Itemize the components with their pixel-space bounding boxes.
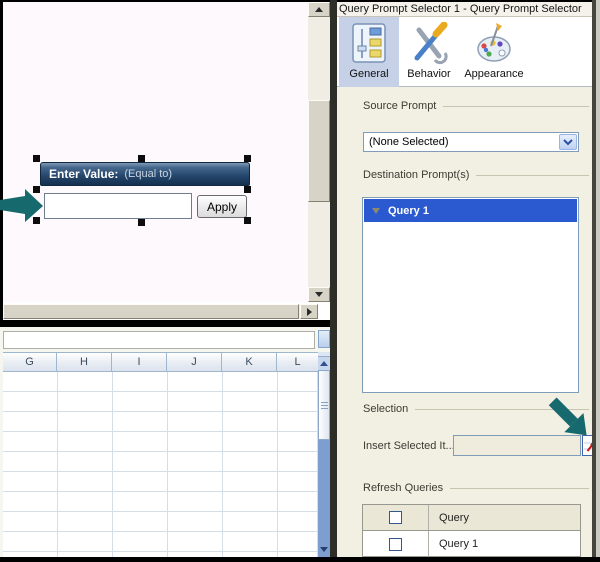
tab-general-label: General — [349, 68, 389, 80]
refresh-queries-table: Query Query 1 — [362, 504, 581, 557]
selection-label: Selection — [363, 403, 409, 415]
scroll-right-button[interactable] — [300, 304, 318, 319]
sheet-vscroll-thumb[interactable] — [318, 370, 330, 440]
scroll-down-icon — [320, 547, 328, 552]
annotation-arrow — [0, 189, 43, 222]
sheet-scroll-down-button[interactable] — [318, 542, 330, 557]
destination-prompt-item[interactable]: Query 1 — [364, 199, 577, 222]
design-canvas[interactable] — [3, 2, 308, 302]
source-prompt-label: Source Prompt — [363, 100, 437, 112]
source-prompt-section: Source Prompt — [363, 100, 589, 112]
destination-prompts-section: Destination Prompt(s) — [363, 169, 589, 181]
sheet-vscroll-track[interactable] — [318, 440, 330, 557]
selection-handle[interactable] — [138, 155, 145, 162]
scroll-up-button[interactable] — [308, 2, 330, 17]
destination-prompt-item-label: Query 1 — [388, 204, 429, 217]
canvas-sheet-divider — [0, 320, 333, 327]
right-edge — [596, 0, 600, 562]
canvas-hscroll-thumb[interactable] — [3, 304, 299, 319]
bottom-border — [0, 557, 600, 562]
tab-general[interactable]: General — [339, 17, 399, 87]
scroll-up-icon — [320, 361, 328, 366]
column-header-g[interactable]: G — [3, 352, 57, 372]
query-column-header: Query — [439, 511, 469, 524]
scroll-split-box[interactable] — [318, 330, 330, 348]
prompt-component-operator: (Equal to) — [124, 168, 173, 180]
selection-handle[interactable] — [33, 155, 40, 162]
scroll-down-button[interactable] — [308, 287, 330, 302]
section-rule — [450, 488, 589, 489]
column-header-l[interactable]: L — [277, 352, 318, 372]
chevron-down-icon — [563, 139, 573, 146]
column-header-i[interactable]: I — [112, 352, 167, 372]
column-header-h[interactable]: H — [57, 352, 112, 372]
scroll-up-icon — [315, 7, 323, 12]
prompt-component-title: Enter Value: — [49, 167, 119, 181]
insert-selected-label: Insert Selected It... — [363, 440, 455, 452]
column-header-k[interactable]: K — [222, 352, 277, 372]
panel-divider — [330, 0, 337, 562]
refresh-queries-label: Refresh Queries — [363, 482, 444, 494]
collapse-triangle-icon[interactable] — [372, 207, 380, 214]
properties-panel-title: Query Prompt Selector 1 - Query Prompt S… — [337, 2, 592, 17]
canvas-vscroll-thumb[interactable] — [308, 100, 330, 202]
sheet-scroll-up-button[interactable] — [318, 357, 330, 370]
column-header-j[interactable]: J — [167, 352, 222, 372]
prompt-component-titlebar[interactable]: Enter Value: (Equal to) — [40, 162, 250, 186]
dropdown-button[interactable] — [559, 134, 577, 150]
refresh-queries-header-row: Query — [363, 505, 580, 531]
apply-button[interactable]: Apply — [197, 195, 247, 218]
tools-icon — [414, 22, 448, 65]
source-prompt-value: (None Selected) — [369, 136, 449, 148]
refresh-query-name: Query 1 — [439, 538, 479, 550]
selection-handle[interactable] — [244, 217, 251, 224]
app-window: Enter Value: (Equal to) Apply G H I J K … — [0, 0, 600, 562]
sliders-icon — [352, 23, 386, 63]
formula-bar[interactable] — [3, 331, 315, 349]
destination-prompts-label: Destination Prompt(s) — [363, 169, 470, 181]
palette-icon — [477, 23, 511, 62]
refresh-query-row[interactable]: Query 1 — [363, 531, 580, 557]
tab-appearance[interactable]: Appearance — [458, 17, 530, 87]
annotation-arrow — [548, 397, 587, 436]
scroll-right-icon — [306, 307, 312, 316]
scroll-down-icon — [315, 292, 323, 297]
selection-handle[interactable] — [244, 186, 251, 193]
tab-behavior-label: Behavior — [407, 68, 451, 80]
column-header-row: G H I J K L — [3, 352, 318, 372]
select-all-cell — [363, 505, 429, 530]
select-all-checkbox[interactable] — [389, 511, 402, 524]
selection-handle[interactable] — [244, 155, 251, 162]
value-input[interactable] — [44, 193, 192, 219]
section-rule — [476, 175, 589, 176]
section-rule — [443, 106, 589, 107]
tab-appearance-label: Appearance — [464, 68, 524, 80]
refresh-query-checkbox-cell — [363, 531, 429, 557]
tab-behavior[interactable]: Behavior — [400, 17, 458, 87]
refresh-query-checkbox[interactable] — [389, 537, 402, 551]
selection-handle[interactable] — [138, 219, 145, 226]
refresh-queries-section: Refresh Queries — [363, 482, 589, 494]
source-prompt-dropdown[interactable]: (None Selected) — [363, 132, 579, 152]
destination-prompts-list[interactable]: Query 1 — [362, 197, 579, 393]
spreadsheet-grid[interactable] — [3, 372, 318, 557]
properties-tabstrip: General Behavior Appearance — [337, 17, 592, 87]
